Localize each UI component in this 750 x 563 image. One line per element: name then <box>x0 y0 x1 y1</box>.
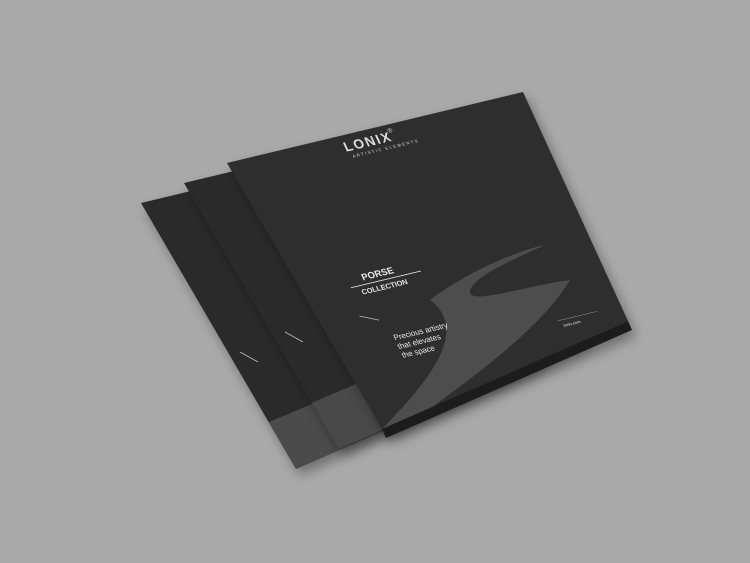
brochure-mockup-scene: LONIX ® ARTISTIC ELEMENTS PORSE COLLECTI… <box>0 0 750 563</box>
brochure-stack: LONIX ® ARTISTIC ELEMENTS PORSE COLLECTI… <box>141 92 632 469</box>
